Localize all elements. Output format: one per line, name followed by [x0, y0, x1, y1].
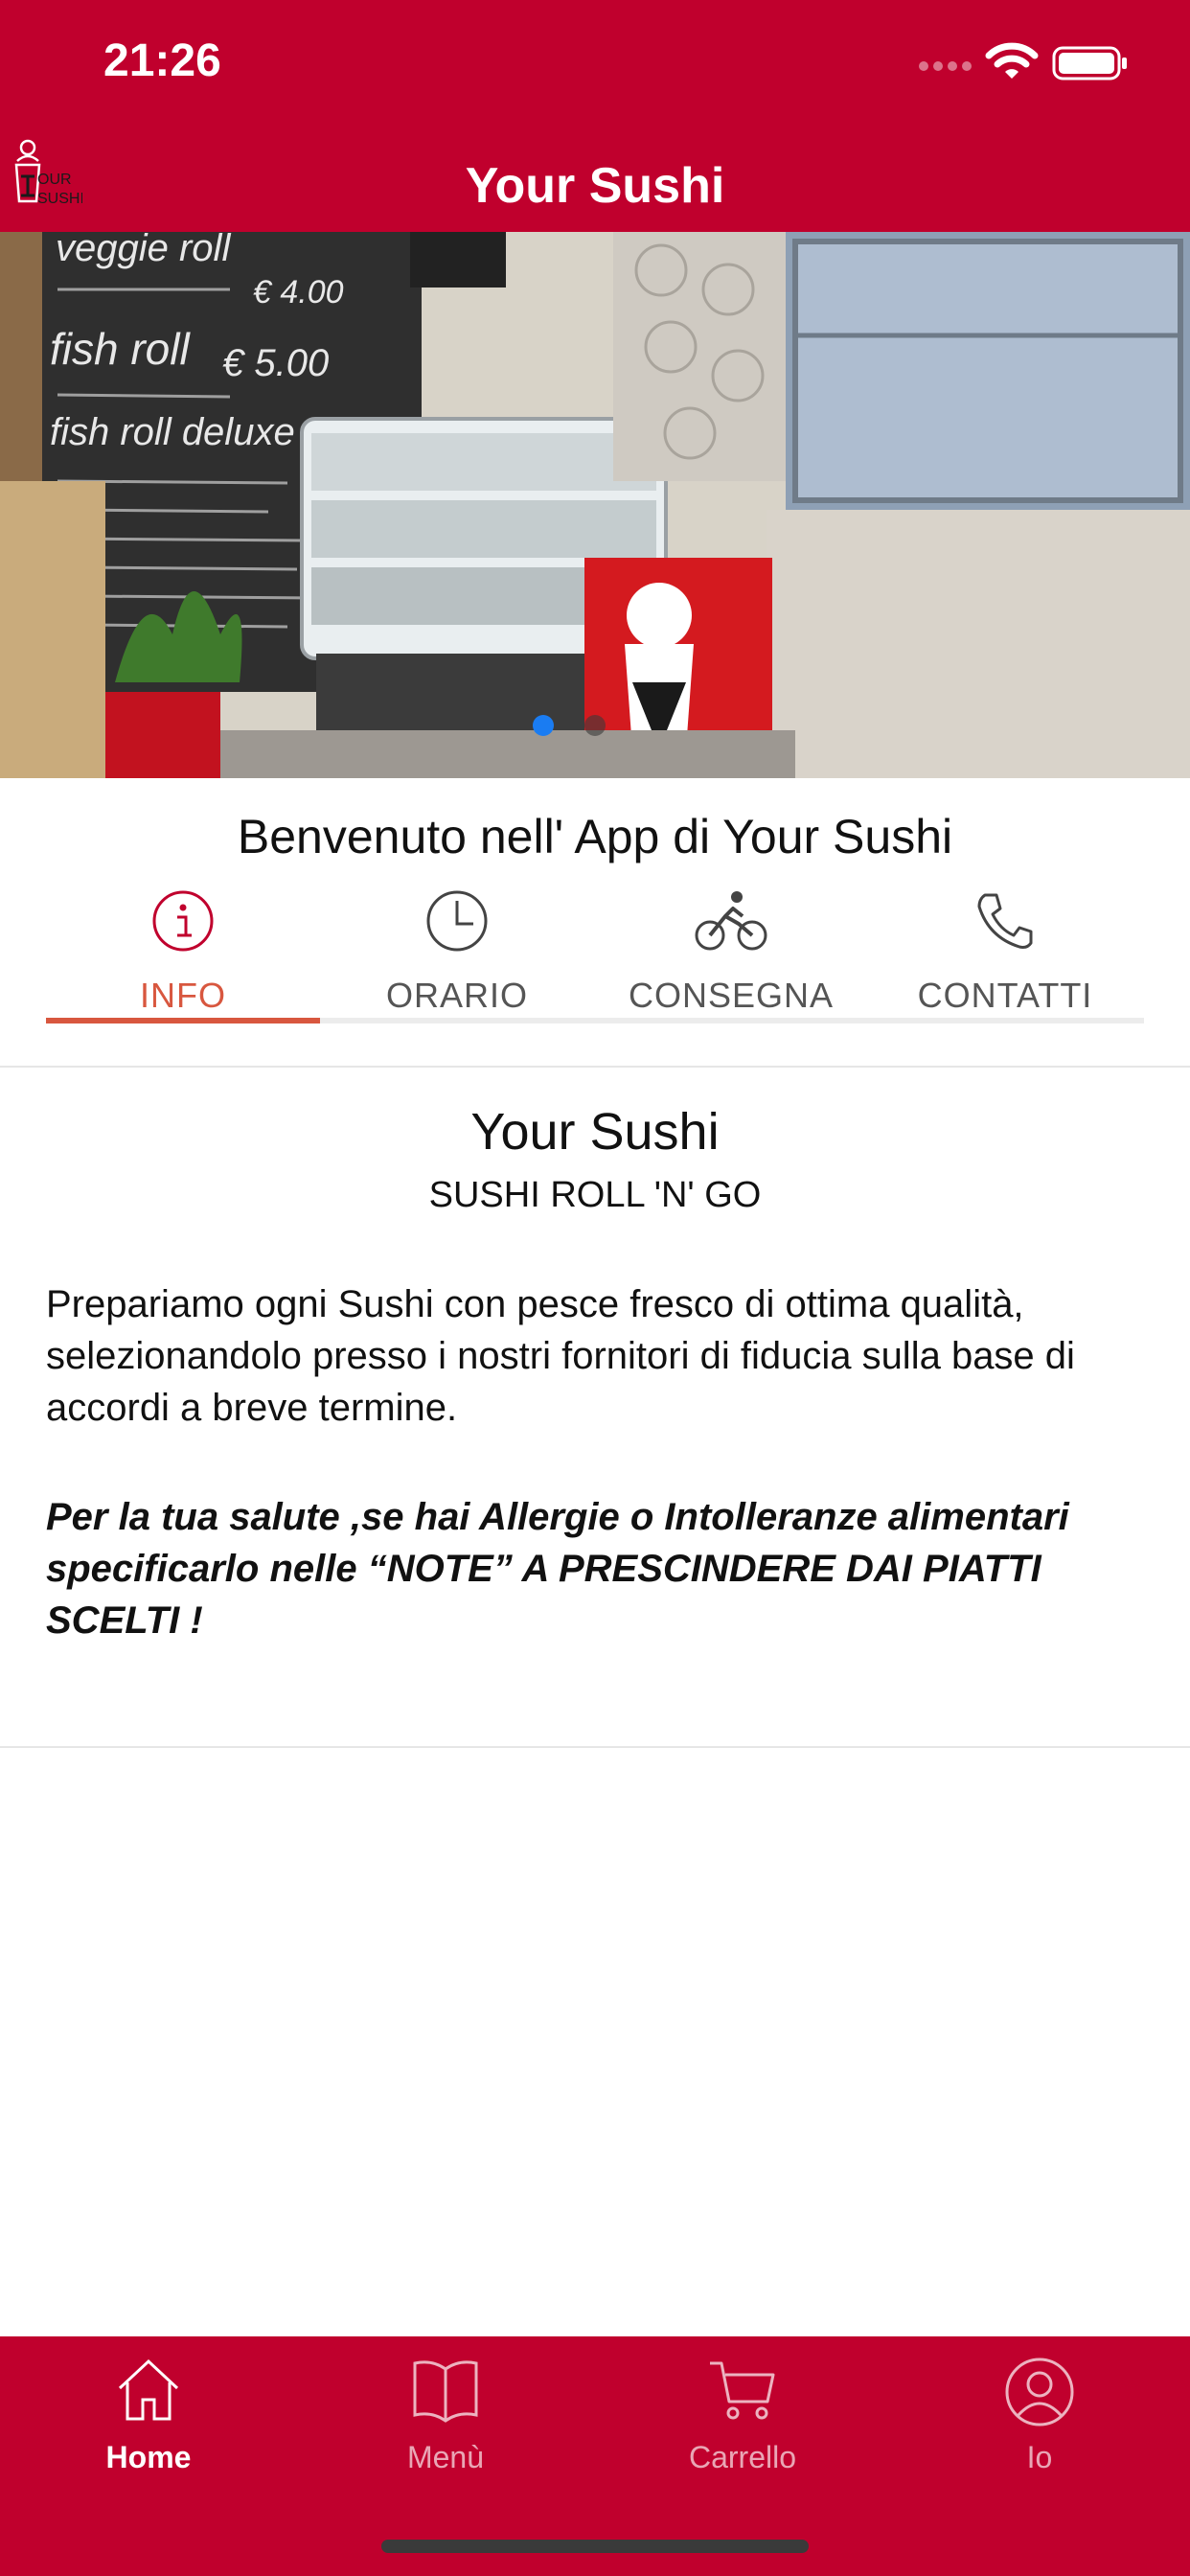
nav-menu[interactable]: Menù: [297, 2336, 594, 2509]
app-title: Your Sushi: [465, 158, 725, 214]
restaurant-tagline: SUSHI ROLL 'N' GO: [428, 1175, 762, 1215]
tab-info-label: INFO: [140, 976, 226, 1015]
tab-contatti-label: CONTATTI: [917, 976, 1093, 1015]
nav-cart[interactable]: Carrello: [594, 2336, 891, 2509]
nav-profile-label: Io: [1026, 2440, 1053, 2474]
restaurant-description: Prepariamo ogni Sushi con pesce fresco d…: [46, 1283, 1075, 1429]
cellular-signal-icon: [918, 59, 973, 78]
clock-icon: [423, 887, 491, 959]
tab-consegna-label: CONSEGNA: [628, 976, 835, 1015]
tab-contatti[interactable]: CONTATTI: [868, 884, 1142, 1024]
restaurant-interior-photo: veggie roll € 4.00 fish roll € 5.00 fish…: [0, 232, 1190, 778]
tab-info[interactable]: INFO: [46, 884, 320, 1024]
nav-home-label: Home: [105, 2440, 192, 2474]
svg-text:veggie roll: veggie roll: [56, 232, 231, 269]
restaurant-name: Your Sushi: [470, 1103, 720, 1161]
tab-orario[interactable]: ORARIO: [320, 884, 594, 1024]
info-tabs: INFO ORARIO CONSEGNA CONTATTI: [46, 884, 1144, 1024]
carousel-dot-active[interactable]: [533, 715, 554, 736]
divider: [0, 1746, 1190, 1748]
divider: [0, 1066, 1190, 1068]
tab-consegna[interactable]: CONSEGNA: [594, 884, 868, 1024]
nav-menu-label: Menù: [406, 2440, 485, 2474]
nav-home[interactable]: Home: [0, 2336, 297, 2509]
battery-icon: [1052, 46, 1129, 85]
app-header: 21:26 OUR SUSHI Your Sushi: [0, 0, 1190, 232]
cart-icon: [706, 2356, 779, 2429]
nav-profile[interactable]: Io: [891, 2336, 1188, 2509]
allergy-note: Per la tua salute ,se hai Allergie o Int…: [46, 1496, 1069, 1642]
carousel-dot[interactable]: [584, 715, 606, 736]
info-icon: [149, 887, 217, 959]
phone-icon: [972, 887, 1039, 959]
svg-text:€ 5.00: € 5.00: [222, 342, 329, 384]
svg-text:€ 4.00: € 4.00: [253, 274, 344, 310]
status-time: 21:26: [103, 35, 221, 86]
home-indicator: [381, 2540, 809, 2553]
tab-active-indicator: [46, 1018, 320, 1024]
user-icon: [1003, 2356, 1076, 2433]
book-icon: [409, 2356, 482, 2429]
tab-orario-label: ORARIO: [385, 976, 528, 1015]
nav-cart-label: Carrello: [688, 2440, 797, 2474]
svg-text:fish roll: fish roll: [50, 324, 191, 374]
bicycle-icon: [695, 887, 767, 959]
home-icon: [114, 2356, 183, 2429]
welcome-message: Benvenuto nell' App di Your Sushi: [237, 810, 953, 863]
wifi-icon: [985, 42, 1039, 85]
restaurant-photo-carousel[interactable]: veggie roll € 4.00 fish roll € 5.00 fish…: [0, 232, 1190, 778]
